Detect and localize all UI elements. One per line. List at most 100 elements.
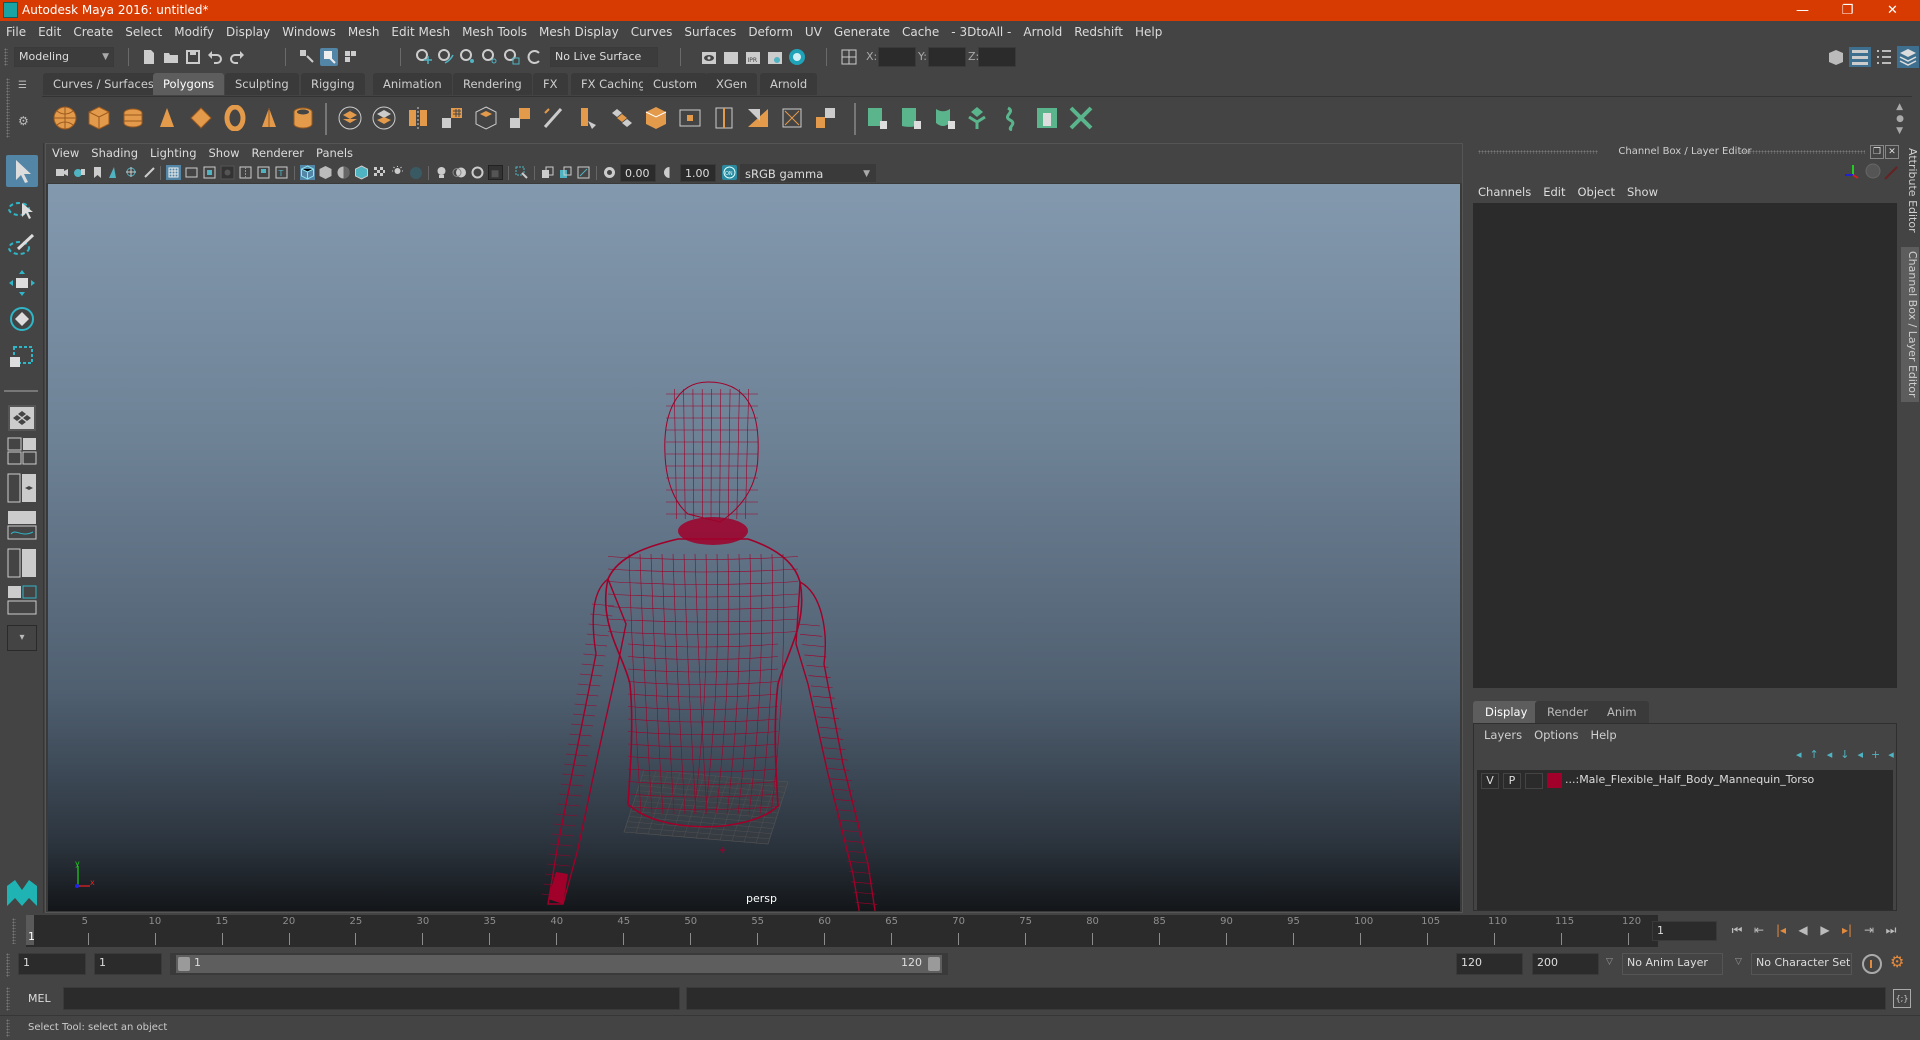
append-poly-icon[interactable]	[677, 105, 703, 131]
snap-live-icon[interactable]	[503, 48, 521, 66]
step-forward-key-button[interactable]: ⇥	[1860, 921, 1878, 939]
menu-cache[interactable]: Cache	[896, 21, 945, 44]
combine-icon[interactable]	[337, 105, 363, 131]
uv-unfold-icon[interactable]	[1000, 105, 1026, 131]
mannequin-wireframe[interactable]	[48, 184, 1460, 911]
viewport-menu-shading[interactable]: Shading	[85, 144, 144, 163]
image-plane-icon[interactable]	[106, 165, 121, 180]
shelf-tab-arnold[interactable]: Arnold	[760, 73, 818, 95]
four-view-layout-button[interactable]	[7, 437, 37, 465]
anim-layer-dropdown[interactable]: No Anim Layer	[1622, 953, 1723, 975]
bridge-icon[interactable]	[609, 105, 635, 131]
manipulator-icons[interactable]	[1840, 161, 1900, 181]
time-slider[interactable]: 1 5 10 15 20 25 30 35 40 45 50 55 60 65 70 75 80 85 90 95 1…	[26, 915, 1658, 947]
menu-uv[interactable]: UV	[799, 21, 828, 44]
poly-cube-icon[interactable]	[86, 105, 112, 131]
float-panel-button[interactable]: ❐	[1870, 145, 1884, 159]
menu-generate[interactable]: Generate	[828, 21, 896, 44]
paint-select-tool[interactable]	[6, 229, 38, 261]
menu-curves[interactable]: Curves	[625, 21, 679, 44]
xray-joints-icon[interactable]	[576, 165, 591, 180]
redo-icon[interactable]	[228, 48, 246, 66]
range-grip[interactable]	[6, 953, 10, 977]
isolate-select-icon[interactable]	[514, 165, 529, 180]
separate-icon[interactable]	[371, 105, 397, 131]
tab-attribute-editor[interactable]: Attribute Editor	[1901, 143, 1919, 238]
shelf-tab-fx[interactable]: FX	[533, 73, 568, 95]
rotate-tool[interactable]	[6, 303, 38, 335]
end-time-field[interactable]: 200	[1532, 953, 1599, 975]
depth-of-field-icon[interactable]	[488, 165, 503, 180]
timeline-grip[interactable]	[12, 918, 16, 944]
menu-arnold[interactable]: Arnold	[1017, 21, 1068, 44]
shelf-tab-custom[interactable]: Custom	[643, 73, 708, 95]
layer-tab-anim[interactable]: Anim	[1595, 701, 1649, 723]
wireframe-on-shaded-icon[interactable]	[354, 165, 369, 180]
shelf-tab-polygons[interactable]: Polygons	[153, 73, 225, 95]
poly-torus-icon[interactable]	[222, 105, 248, 131]
cb-menu-show[interactable]: Show	[1621, 185, 1664, 199]
shelf-settings-gear-icon[interactable]: ⚙	[18, 114, 30, 128]
reduce-icon[interactable]	[473, 105, 499, 131]
menu-mesh[interactable]: Mesh	[342, 21, 386, 44]
move-layer-up-icon[interactable]: ◂↑	[1796, 748, 1827, 761]
animation-preferences-icon[interactable]: ⚙	[1890, 952, 1904, 971]
shelf-tab-curves-surfaces[interactable]: Curves / Surfaces	[43, 73, 164, 95]
menu-file[interactable]: File	[0, 21, 32, 44]
move-tool[interactable]	[6, 267, 38, 299]
gamma-field[interactable]: 1.00	[680, 164, 716, 182]
layer-type-toggle[interactable]	[1525, 773, 1543, 789]
mirror-icon[interactable]	[405, 105, 431, 131]
x-field[interactable]	[878, 47, 916, 67]
tab-channel-box-layer-editor[interactable]: Channel Box / Layer Editor	[1901, 247, 1919, 402]
remesh-icon[interactable]	[507, 105, 533, 131]
outliner-persp-layout-button[interactable]	[7, 473, 37, 503]
snap-curve-icon[interactable]	[437, 48, 455, 66]
shelf-tab-sculpting[interactable]: Sculpting	[225, 73, 299, 95]
new-scene-icon[interactable]	[140, 48, 158, 66]
tool-settings-icon[interactable]	[1874, 47, 1894, 67]
field-chart-icon[interactable]	[238, 165, 253, 180]
status-line-grip[interactable]	[4, 48, 8, 66]
merge-icon[interactable]	[745, 105, 771, 131]
snap-point-icon[interactable]	[459, 48, 477, 66]
playback-end-field[interactable]: 120	[1456, 953, 1523, 975]
color-management-toggle-icon[interactable]: ON	[722, 165, 737, 180]
menu-help[interactable]: Help	[1129, 21, 1168, 44]
gamma-icon[interactable]	[662, 165, 677, 180]
cb-menu-edit[interactable]: Edit	[1537, 185, 1571, 199]
layer-menu-options[interactable]: Options	[1528, 728, 1584, 742]
minimize-button[interactable]: —	[1780, 0, 1825, 21]
go-to-end-button[interactable]: ⏭	[1882, 921, 1900, 939]
poly-plane-icon[interactable]	[188, 105, 214, 131]
multi-cut-icon[interactable]	[541, 105, 567, 131]
uv-layout-icon[interactable]	[1068, 105, 1094, 131]
step-back-frame-button[interactable]: |◂	[1772, 921, 1790, 939]
motion-blur-icon[interactable]	[452, 165, 467, 180]
open-scene-icon[interactable]	[162, 48, 180, 66]
extrude-icon[interactable]	[575, 105, 601, 131]
layer-tab-render[interactable]: Render	[1535, 701, 1600, 723]
exposure-field[interactable]: 0.00	[620, 164, 656, 182]
character-set-dropdown[interactable]: No Character Set	[1751, 953, 1852, 975]
scale-tool[interactable]	[6, 341, 38, 373]
range-start-handle[interactable]	[178, 957, 190, 971]
poly-cone-icon[interactable]	[154, 105, 180, 131]
move-layer-down-icon[interactable]: ◂↓	[1827, 748, 1858, 761]
input-line-mode-icon[interactable]	[840, 48, 858, 66]
y-field[interactable]	[928, 47, 966, 67]
wireframe-icon[interactable]	[300, 165, 315, 180]
modeling-toolkit-icon[interactable]	[1826, 47, 1846, 67]
menu-redshift[interactable]: Redshift	[1068, 21, 1129, 44]
layer-playback-toggle[interactable]: P	[1503, 773, 1521, 789]
cb-menu-channels[interactable]: Channels	[1472, 185, 1537, 199]
new-layer-icon[interactable]: ◂+	[1858, 748, 1889, 761]
menu-create[interactable]: Create	[67, 21, 119, 44]
uv-editor-icon[interactable]	[1034, 105, 1060, 131]
hypershade-layout-button[interactable]	[7, 548, 37, 578]
perspective-view[interactable]: persp y x	[48, 184, 1460, 911]
bookmark-icon[interactable]	[90, 165, 105, 180]
poly-pyramid-icon[interactable]	[256, 105, 282, 131]
multisample-aa-icon[interactable]	[470, 165, 485, 180]
go-to-start-button[interactable]: ⏮	[1728, 921, 1746, 939]
